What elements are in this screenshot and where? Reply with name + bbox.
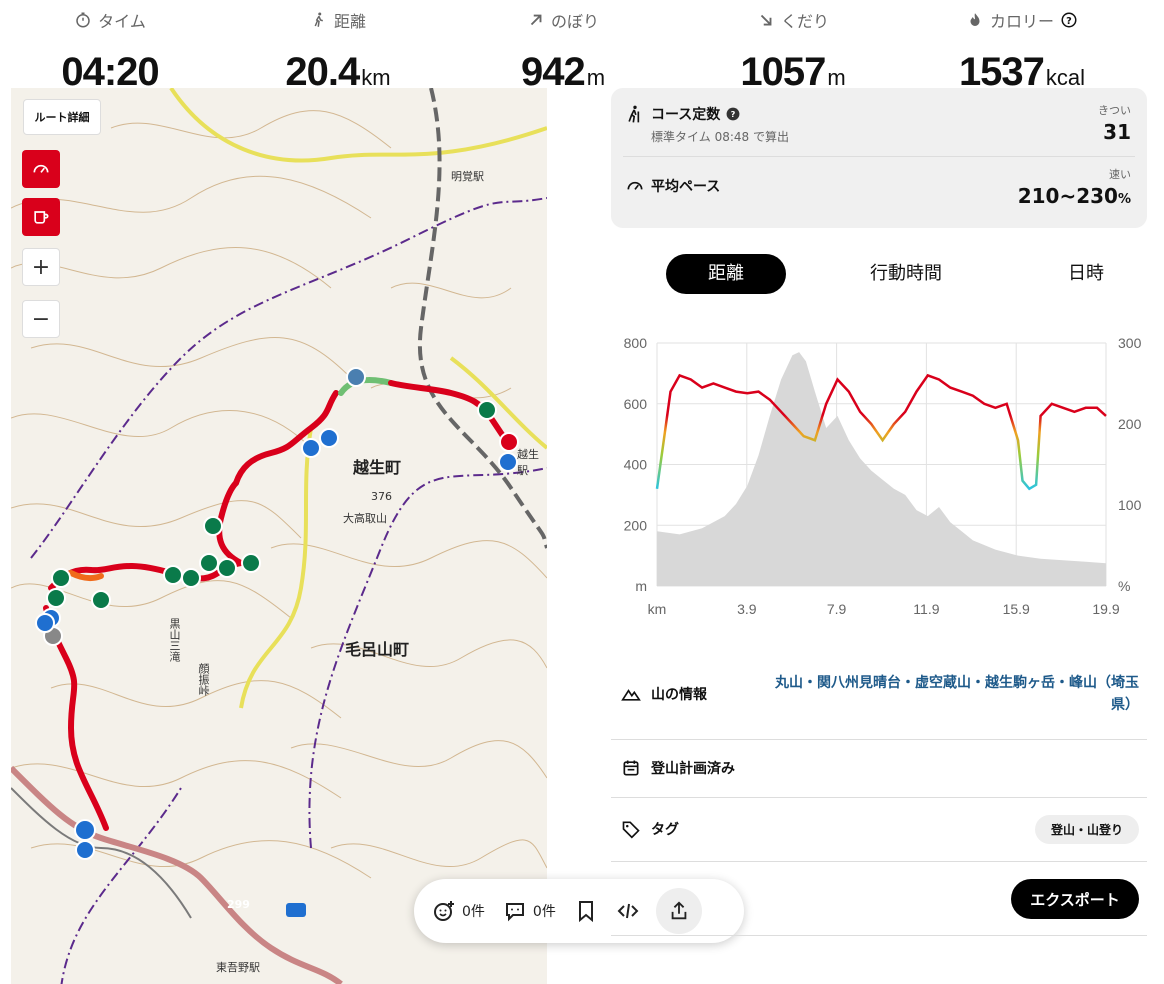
plan-row: 登山計画済み [611,740,1147,798]
stat-descent-label: くだり [780,12,829,31]
arrow-down-right-icon [760,14,772,26]
mountain-list[interactable]: 丸山・関八州見晴台・虚空蔵山・越生駒ヶ岳・峰山（埼玉県） [759,672,1139,716]
comment-button[interactable]: 0件 [497,899,562,923]
walking-icon [314,12,323,27]
stat-descent-unit: m [827,65,846,90]
x-tick: 19.9 [1092,601,1119,617]
bookmark-button[interactable] [568,899,604,923]
cup-button[interactable] [22,198,60,236]
mountain-icon [621,689,641,701]
avg-pace-title: 平均ペース [651,179,721,195]
arrow-up-right-icon [530,14,542,26]
course-constant-value: 31 [1103,120,1131,144]
y-right-tick: 100 [1118,497,1142,513]
elevation-chart-svg: 800 600 400 200 m 300 200 100% km 3.9 7.9 11.9 15.9 1… [624,335,1142,617]
stat-distance-label: 距離 [333,12,366,31]
pace-line [655,373,1107,491]
cup-icon [34,211,49,224]
plan-label: 登山計画済み [651,761,735,777]
speedometer-button[interactable] [22,150,60,188]
tag-icon [622,821,640,839]
export-button[interactable]: エクスポート [1011,879,1139,919]
route-detail-button[interactable]: ルート詳細 [23,99,101,135]
tag-label: タグ [651,822,679,838]
zoom-in-button[interactable]: + [22,248,60,286]
zoom-out-button[interactable]: − [22,300,60,338]
like-count: 0件 [462,904,485,920]
stat-calorie-label: カロリー [989,12,1054,31]
y-left-tick: m [635,578,647,594]
tab-datetime[interactable]: 日時 [1041,254,1131,294]
stat-time-label: タイム [98,12,146,31]
y-right-tick: 200 [1118,416,1142,432]
map-label-station2: 越生駅 [517,448,539,477]
y-left-tick: 400 [624,457,648,473]
stat-ascent-label: のぼり [550,12,599,31]
mountain-info-row[interactable]: 山の情報 丸山・関八州見晴台・虚空蔵山・越生駒ヶ岳・峰山（埼玉県） [611,660,1147,740]
y-right-tick: 300 [1118,335,1142,351]
smile-plus-icon [434,901,454,921]
map-canvas [11,88,547,984]
x-tick: 7.9 [827,601,847,617]
x-tick: km [648,601,667,617]
stat-ascent-unit: m [586,65,606,90]
flame-icon [970,13,980,26]
y-left-tick: 800 [624,335,648,351]
like-button[interactable]: 0件 [426,899,491,923]
map-label-station1: 明覚駅 [451,170,484,183]
x-tick: 3.9 [737,601,757,617]
chart-tabs: 距離 行動時間 日時 [611,254,1147,296]
avg-pace-value: 210~230 [1017,184,1118,208]
course-constant-hint: きつい [1098,104,1131,117]
tag-row: タグ 登山・山登り [611,798,1147,862]
comment-count: 0件 [532,904,556,920]
y-right-tick: % [1118,578,1130,594]
course-card: コース定数 ? 標準タイム 08:48 で算出 きつい 31 平均ペース 速い … [611,88,1147,228]
map-label-town1: 越生町 [353,458,402,477]
map-label-pass: 顔振峠 [197,663,210,696]
comment-icon [505,903,524,922]
stat-distance-unit: km [361,65,391,90]
tab-moving-time[interactable]: 行動時間 [846,254,966,294]
map-label-station3: 東吾野駅 [216,961,260,974]
activity-page: タイム 04:20 距離 20.4km のぼり 942m くだり 1057m カ… [0,0,1164,984]
help-icon[interactable]: ? [726,107,740,121]
stat-ascent: のぼり 942m [453,6,673,100]
stat-calorie-unit: kcal [1045,65,1086,90]
avg-pace-hint: 速い [1109,168,1131,181]
stat-calorie: カロリー ? 1537kcal [912,6,1132,100]
map-label-waterfall: 黒山三滝 [168,618,181,662]
speedometer-icon [33,164,49,173]
help-icon[interactable]: ? [1060,11,1078,29]
gauge-icon [627,181,643,190]
map-label-elev: 376 [371,490,392,503]
route-map[interactable]: ルート詳細 + − 越生町 毛呂山町 大高取山 376 明覚駅 越生駅 東吾野駅… [11,88,547,984]
svg-text:?: ? [731,109,736,119]
calendar-icon [623,760,639,776]
mountain-info-label: 山の情報 [651,687,707,703]
divider [623,156,1135,157]
map-label-road: 299 [227,898,250,911]
y-left-tick: 600 [624,396,648,412]
tab-distance[interactable]: 距離 [666,254,786,294]
y-left-tick: 200 [624,517,648,533]
x-tick: 15.9 [1003,601,1030,617]
stopwatch-icon [76,12,90,28]
bookmark-icon [578,901,593,923]
stat-distance: 距離 20.4km [228,6,448,100]
avg-pace-unit: % [1117,192,1131,207]
tag-pill[interactable]: 登山・山登り [1034,815,1139,844]
map-label-town2: 毛呂山町 [345,640,410,659]
svg-text:?: ? [1066,16,1072,27]
stat-descent: くだり 1057m [683,6,903,100]
stat-time: タイム 04:20 [0,6,220,94]
elevation-chart[interactable]: 800 600 400 200 m 300 200 100% km 3.9 7.9 11.9 15.9 1… [611,330,1151,620]
course-constant-sub: 標準タイム 08:48 で算出 [651,130,789,144]
hiker-icon [628,105,640,123]
x-tick: 11.9 [913,601,939,617]
map-label-peak: 大高取山 [343,512,387,525]
course-constant-title: コース定数 [651,107,721,123]
